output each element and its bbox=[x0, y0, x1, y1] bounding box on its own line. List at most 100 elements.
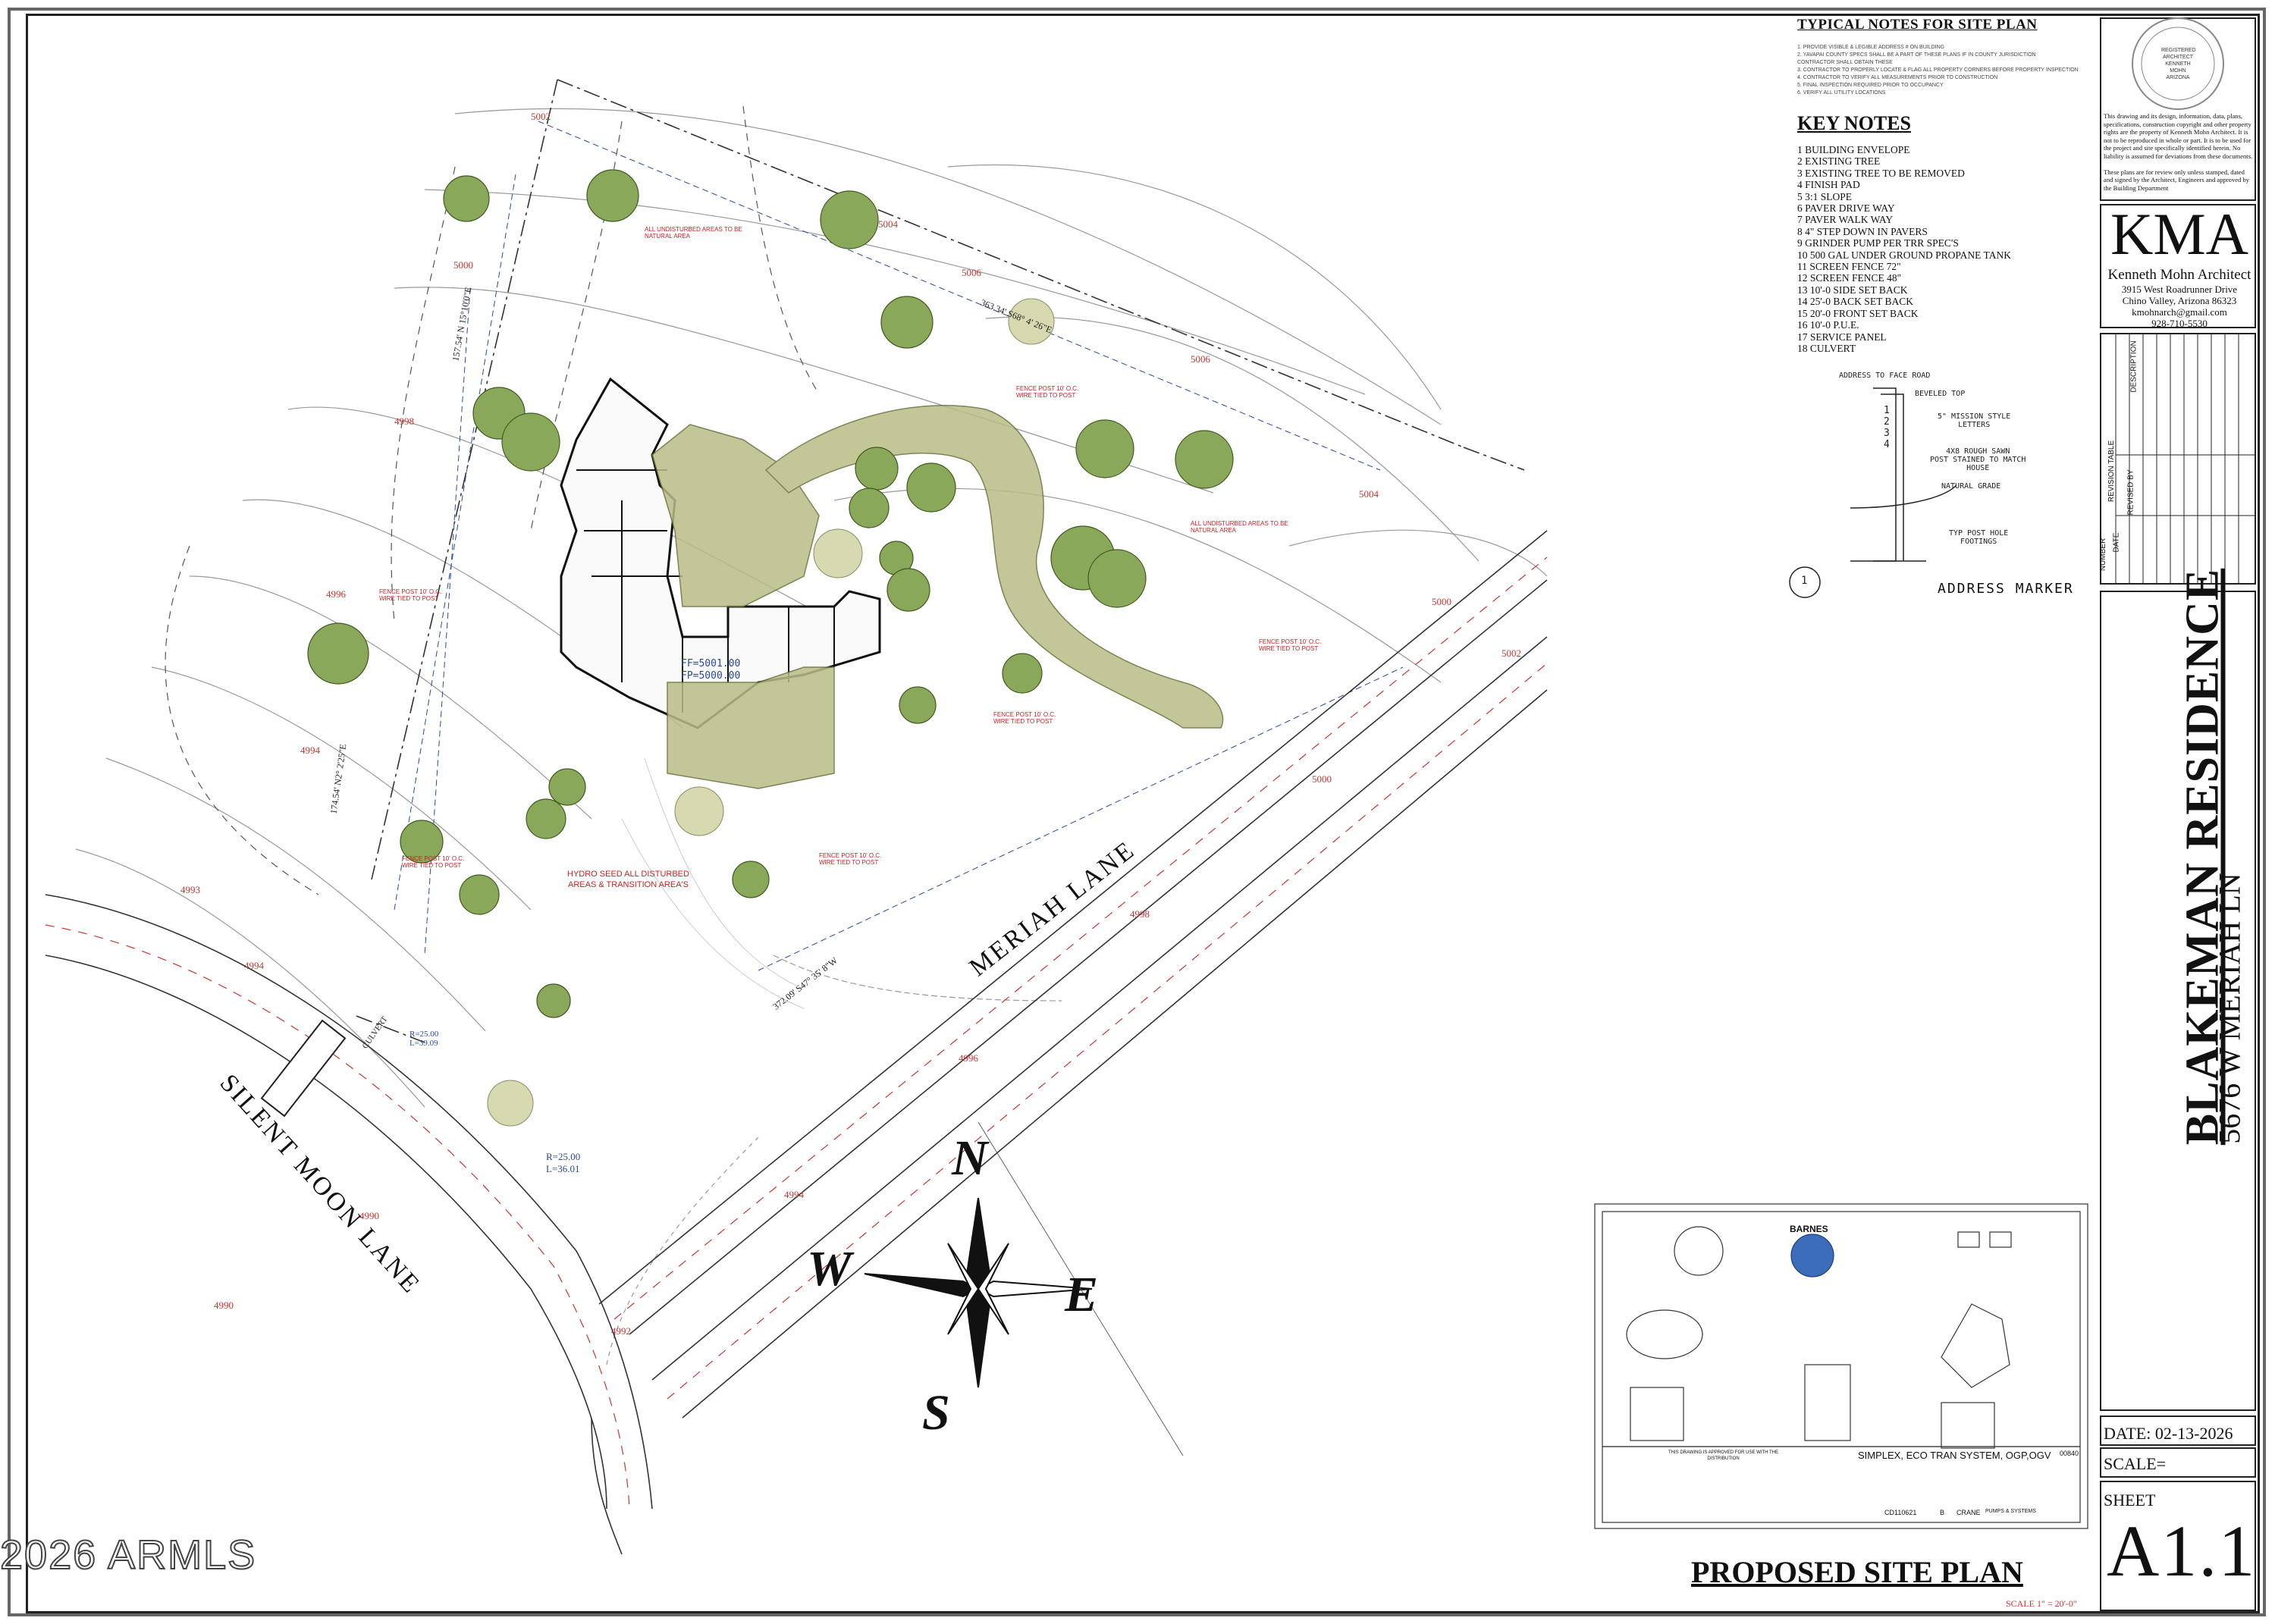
key-notes: KEY NOTES 1 BUILDING ENVELOPE 2 EXISTING… bbox=[1797, 112, 2085, 354]
typical-note: CONTRACTOR SHALL OBTAIN THESE bbox=[1797, 60, 1893, 65]
elevation-label: 4993 bbox=[180, 884, 200, 895]
scale-label: SCALE= bbox=[2104, 1454, 2167, 1473]
key-note: 15 20'-0 FRONT SET BACK bbox=[1797, 307, 1919, 319]
key-note: 2 EXISTING TREE bbox=[1797, 155, 1881, 168]
finish-pad-label: FP=5000.00 bbox=[681, 670, 741, 682]
pump-system: SIMPLEX, ECO TRAN SYSTEM, OGP,OGV bbox=[1858, 1450, 2051, 1461]
elevation-label: 4994 bbox=[300, 745, 320, 756]
architect-seal: REGISTERED ARCHITECT KENNETH MOHN ARIZON… bbox=[2161, 48, 2196, 80]
key-note: 16 10'-0 P.U.E. bbox=[1797, 319, 1859, 331]
address-marker-detail bbox=[1789, 387, 1957, 598]
typical-note: 4. CONTRACTOR TO VERIFY ALL MEASUREMENTS… bbox=[1797, 75, 1998, 80]
key-note: 8 4" STEP DOWN IN PAVERS bbox=[1797, 225, 1928, 237]
pump-dept: CRANE bbox=[1956, 1509, 1981, 1516]
elevation-label: 4996 bbox=[959, 1052, 978, 1064]
sheet-label: SHEET bbox=[2104, 1491, 2156, 1510]
footing-label: TYP POST HOLE FOOTINGS bbox=[1949, 529, 2009, 546]
pump-detail-sheet bbox=[1594, 1203, 2088, 1529]
typical-notes-list: 1. PROVIDE VISIBLE & LEGIBLE ADDRESS # O… bbox=[1797, 44, 2085, 97]
key-note: 10 500 GAL UNDER GROUND PROPANE TANK bbox=[1797, 249, 2011, 261]
fence-note: FENCE POST 10' O.C. WIRE TIED TO POST bbox=[1016, 385, 1079, 399]
pump-series: PUMPS & SYSTEMS bbox=[1985, 1509, 2036, 1514]
drawing-date: DATE: 02-13-2026 bbox=[2104, 1424, 2233, 1443]
key-note: 14 25'-0 BACK SET BACK bbox=[1797, 296, 1913, 308]
typical-note: 5. FINAL INSPECTION REQUIRED PRIOR TO OC… bbox=[1797, 83, 1944, 88]
typical-notes-title: TYPICAL NOTES FOR SITE PLAN bbox=[1797, 17, 2038, 33]
key-notes-title: KEY NOTES bbox=[1797, 112, 1912, 134]
address-marker-title: ADDRESS MARKER bbox=[1938, 581, 2074, 597]
firm-name: Kenneth Mohn Architect bbox=[2107, 267, 2251, 283]
firm-address-1: 3915 West Roadrunner Drive bbox=[2121, 284, 2238, 295]
drawing-sheet: TYPICAL NOTES FOR SITE PLAN 1. PROVIDE V… bbox=[0, 0, 2275, 1624]
plan-scale: SCALE 1" = 20'-0" bbox=[2006, 1598, 2077, 1609]
elevation-label: 4990 bbox=[214, 1300, 234, 1311]
typical-notes: TYPICAL NOTES FOR SITE PLAN 1. PROVIDE V… bbox=[1797, 17, 2085, 97]
revision-table-grid bbox=[2100, 333, 2256, 585]
key-note: 17 SERVICE PANEL bbox=[1797, 331, 1887, 343]
pump-code: CD110621 bbox=[1884, 1509, 1917, 1516]
plan-title: PROPOSED SITE PLAN bbox=[1691, 1555, 2023, 1589]
revision-table-title: REVISION TABLE bbox=[2107, 440, 2117, 503]
elevation-label: 5004 bbox=[1359, 488, 1379, 500]
key-note: 13 10'-0 SIDE SET BACK bbox=[1797, 284, 1908, 296]
elevation-label: 5006 bbox=[962, 267, 981, 278]
natural-grade-label: NATURAL GRADE bbox=[1941, 482, 2001, 491]
compass-north: N bbox=[952, 1130, 988, 1186]
typical-note: 2. YAVAPAI COUNTY SPECS SHALL BE A PART … bbox=[1797, 52, 2036, 58]
elevation-label: 5000 bbox=[1312, 773, 1332, 785]
pump-sheet-no: 00840 bbox=[2060, 1450, 2079, 1457]
pump-notes: THIS DRAWING IS APPROVED FOR USE WITH TH… bbox=[1668, 1450, 1779, 1461]
typical-note: 1. PROVIDE VISIBLE & LEGIBLE ADDRESS # O… bbox=[1797, 45, 1945, 50]
elevation-label: 4998 bbox=[394, 415, 414, 427]
firm-address-2: Chino Valley, Arizona 86323 bbox=[2122, 295, 2237, 306]
elevation-label: 4994 bbox=[784, 1189, 804, 1200]
sheet-number: A1.1 bbox=[2107, 1510, 2257, 1591]
elevation-label: 5002 bbox=[1502, 647, 1521, 659]
elevation-label: 4992 bbox=[611, 1325, 631, 1337]
key-note: 18 CULVERT bbox=[1797, 342, 1856, 354]
rev-header-number: NUMBER bbox=[2099, 538, 2108, 572]
firm-logo: KMA bbox=[2110, 201, 2248, 267]
fence-note: FENCE POST 10' O.C. WIRE TIED TO POST bbox=[1259, 638, 1322, 652]
firm-email: kmohnarch@gmail.com bbox=[2132, 306, 2227, 318]
post-label: 4X8 ROUGH SAWN POST STAINED TO MATCH HOU… bbox=[1930, 447, 2026, 472]
firm-block: KMA Kenneth Mohn Architect 3915 West Roa… bbox=[2104, 201, 2255, 330]
elevation-label: 5006 bbox=[1191, 353, 1210, 365]
elevation-label: 4996 bbox=[326, 588, 346, 600]
compass-south: S bbox=[922, 1385, 950, 1441]
address-digits: 1 2 3 4 bbox=[1884, 405, 1893, 450]
finish-floor-label: FF=5001.00 bbox=[681, 658, 741, 669]
key-notes-list: 1 BUILDING ENVELOPE 2 EXISTING TREE 3 EX… bbox=[1797, 144, 2085, 354]
elevation-label: 5004 bbox=[878, 218, 898, 230]
elevation-label: 5000 bbox=[453, 259, 473, 271]
typical-note: 3. CONTRACTOR TO PROPERLY LOCATE & FLAG … bbox=[1797, 67, 2079, 73]
key-note: 4 FINISH PAD bbox=[1797, 179, 1860, 191]
key-note: 11 SCREEN FENCE 72" bbox=[1797, 261, 1901, 273]
stamp-text: This drawing and its design, information… bbox=[2104, 112, 2253, 192]
rev-header-date: DATE bbox=[2112, 532, 2121, 553]
key-note: 9 GRINDER PUMP PER TRR SPEC'S bbox=[1797, 237, 1959, 249]
fence-note: FENCE POST 10' O.C. WIRE TIED TO POST bbox=[402, 855, 465, 869]
copyright-stamp: This drawing and its design, information… bbox=[2104, 112, 2255, 192]
detail-number: 1 bbox=[1801, 575, 1808, 587]
project-address: 5676 W MERIAH LN bbox=[2212, 873, 2247, 1144]
curve-data-2: R=25.00 L=39.09 bbox=[410, 1030, 439, 1048]
key-note: 12 SCREEN FENCE 48" bbox=[1797, 272, 1902, 284]
elevation-label: 4998 bbox=[1130, 908, 1150, 920]
elevation-label: 4994 bbox=[244, 960, 264, 971]
key-note: 6 PAVER DRIVE WAY bbox=[1797, 202, 1895, 215]
mls-watermark: 2026 ARMLS bbox=[0, 1532, 257, 1579]
hydro-seed-note: HYDRO SEED ALL DISTURBED AREAS & TRANSIT… bbox=[567, 870, 689, 889]
firm-phone: 928-710-5530 bbox=[2151, 318, 2208, 329]
fence-note: FENCE POST 10' O.C. WIRE TIED TO POST bbox=[993, 711, 1056, 725]
fence-note: FENCE POST 10' O.C. WIRE TIED TO POST bbox=[819, 852, 882, 866]
key-note: 5 3:1 SLOPE bbox=[1797, 190, 1853, 202]
key-note: 1 BUILDING ENVELOPE bbox=[1797, 144, 1910, 155]
compass-west: W bbox=[807, 1241, 852, 1296]
rev-header-description: DESCRIPTION bbox=[2129, 340, 2138, 393]
beveled-top-label: BEVELED TOP bbox=[1915, 390, 1966, 398]
compass-east: E bbox=[1065, 1267, 1099, 1322]
digit: 4 bbox=[1884, 439, 1890, 450]
address-face-road-label: ADDRESS TO FACE ROAD bbox=[1839, 372, 1931, 380]
digit: 3 bbox=[1884, 428, 1890, 439]
